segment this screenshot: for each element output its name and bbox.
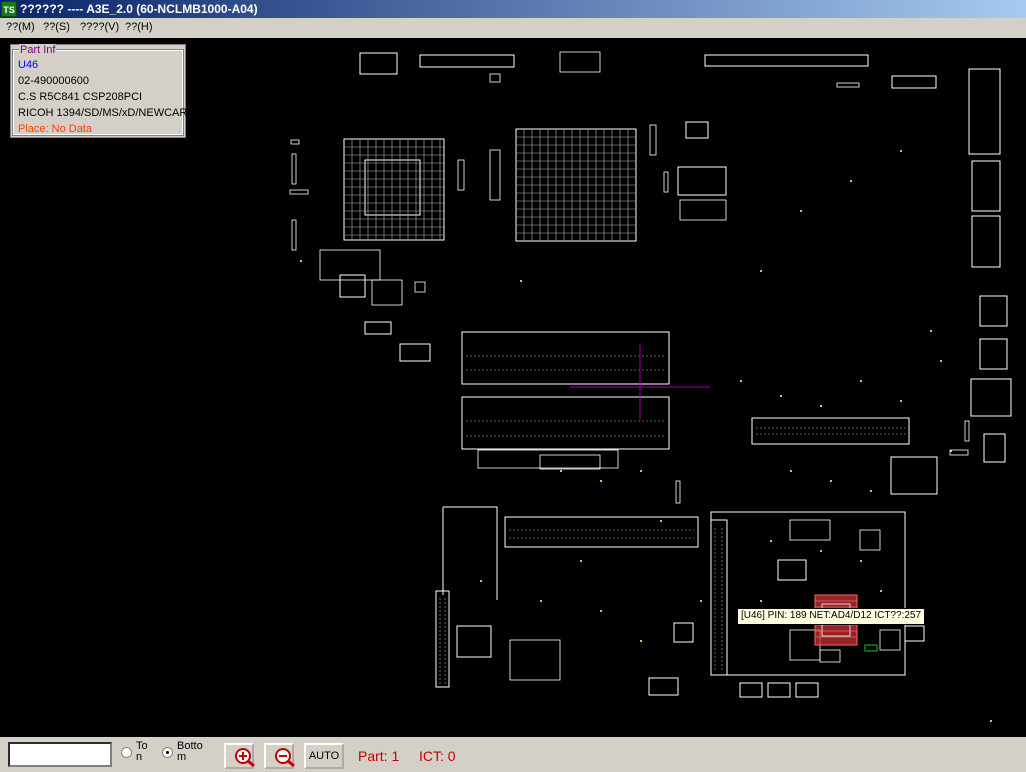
part-description: C.S R5C841 CSP208PCI [18,91,143,103]
component[interactable] [673,622,694,643]
component[interactable] [970,378,1012,417]
connector[interactable] [704,54,869,67]
auto-button[interactable]: AUTO [304,743,344,769]
component[interactable] [795,682,819,698]
cpu-core[interactable] [364,159,421,216]
part-number: 02-490000600 [18,75,89,87]
component[interactable] [739,682,763,698]
connector[interactable] [435,590,450,688]
slot-pins [714,528,723,670]
zoom-out-button[interactable] [264,743,295,769]
component[interactable] [979,338,1008,370]
component[interactable] [767,682,791,698]
connector[interactable] [359,52,398,75]
magnifier-minus-icon [275,748,295,768]
memory-slot[interactable] [461,331,670,385]
board-canvas[interactable] [0,38,1026,737]
part-info-panel: Part Inf U46 02-490000600 C.S R5C841 CSP… [10,44,186,138]
connector[interactable] [751,417,910,445]
menu-item-view[interactable]: ????(V) [80,21,119,33]
component[interactable] [685,121,709,139]
slot-pins [466,355,665,437]
pcb-board-view[interactable] [0,38,1026,737]
pin-tooltip: [U46] PIN: 189 NET:AD4/D12 ICT??:257 [737,608,926,625]
slot-pins [439,598,446,684]
menu-bar: ??(M) ??(S) ????(V) ??(H) [0,18,1026,39]
trace-outline [443,506,498,600]
component[interactable] [904,625,925,642]
component[interactable] [971,215,1001,268]
zoom-in-button[interactable] [224,743,255,769]
menu-item-main[interactable]: ??(M) [6,21,35,33]
connector[interactable] [891,75,937,89]
part-count: Part: 1 [358,748,400,764]
component[interactable] [983,433,1006,463]
component[interactable] [456,625,492,658]
component[interactable] [890,456,938,495]
component[interactable] [971,160,1001,212]
title-bar: TS ?????? ---- A3E_2.0 (60-NCLMB1000-A04… [0,0,1026,18]
component[interactable] [364,321,392,335]
part-detail: RICOH 1394/SD/MS/xD/NEWCARD [18,107,186,119]
bottom-side-radio[interactable] [162,747,173,758]
component[interactable] [968,68,1001,155]
component[interactable] [777,559,807,581]
component[interactable] [339,274,366,298]
magnifier-plus-icon [235,748,255,768]
connector[interactable] [504,516,699,548]
menu-item-search[interactable]: ??(S) [43,21,70,33]
part-info-title: Part Inf [19,44,57,56]
pin-grid [516,136,636,234]
part-ref: U46 [18,59,39,71]
menu-item-help[interactable]: ??(H) [125,21,153,33]
part-place: Place: No Data [18,123,92,135]
cpu-socket[interactable] [343,138,445,241]
connector[interactable] [419,54,515,68]
top-side-radio[interactable] [121,747,132,758]
component[interactable] [648,677,679,696]
ict-count: ICT: 0 [419,748,456,764]
slot-pins [509,529,694,539]
slot-pins [756,427,906,435]
search-input[interactable] [8,742,112,767]
component[interactable] [979,295,1008,327]
app-icon: TS [1,1,17,17]
memory-slot[interactable] [461,396,670,450]
component[interactable] [399,343,431,362]
connector[interactable] [710,519,728,676]
bottom-side-label: Botto m [177,740,203,763]
window-title: ?????? ---- A3E_2.0 (60-NCLMB1000-A04) [20,2,258,16]
component[interactable] [677,166,727,196]
